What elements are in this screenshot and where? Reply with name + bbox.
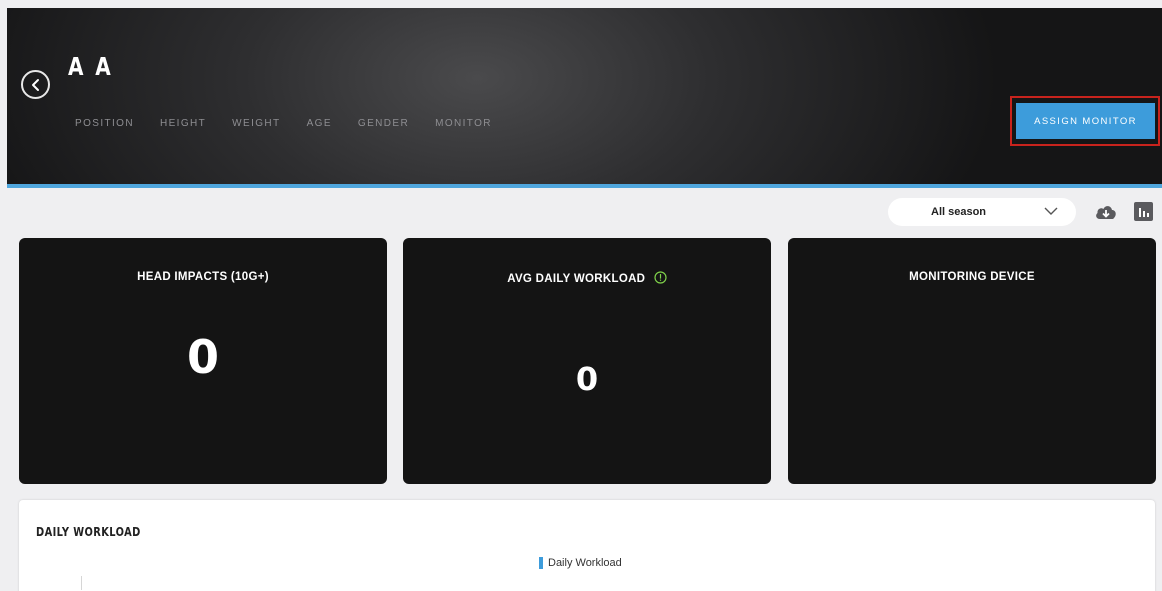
- bar-chart-icon[interactable]: [1134, 202, 1153, 221]
- legend-label: Daily Workload: [548, 557, 622, 569]
- daily-workload-panel: DAILY WORKLOAD Daily Workload: [19, 500, 1155, 591]
- daily-workload-title: DAILY WORKLOAD: [36, 525, 141, 539]
- monitoring-device-card: MONITORING DEVICE: [788, 238, 1156, 484]
- season-select-value: All season: [931, 206, 987, 218]
- chart-legend[interactable]: Daily Workload: [539, 557, 622, 569]
- info-icon[interactable]: [654, 271, 667, 284]
- player-name: A A: [68, 52, 114, 81]
- cloud-download-icon[interactable]: [1094, 202, 1118, 222]
- assign-monitor-button[interactable]: ASSIGN MONITOR: [1016, 103, 1155, 139]
- header-accent-bar: [7, 184, 1162, 188]
- avg-daily-workload-header: AVG DAILY WORKLOAD: [403, 271, 771, 285]
- back-button[interactable]: [21, 70, 50, 99]
- meta-position: POSITION: [75, 118, 134, 129]
- head-impacts-card: HEAD IMPACTS (10G+) 0: [19, 238, 387, 484]
- season-select[interactable]: All season: [888, 198, 1076, 226]
- head-impacts-title: HEAD IMPACTS (10G+): [137, 271, 269, 283]
- chart-axis-line: [81, 576, 82, 590]
- meta-monitor: MONITOR: [435, 118, 492, 129]
- head-impacts-value: 0: [186, 330, 219, 384]
- meta-age: AGE: [306, 118, 332, 129]
- bar-chart-glyph: [1139, 208, 1149, 217]
- chevron-left-icon: [31, 78, 39, 91]
- legend-swatch: [539, 557, 543, 569]
- player-meta-row: POSITION HEIGHT WEIGHT AGE GENDER MONITO…: [75, 118, 492, 129]
- meta-height: HEIGHT: [159, 118, 207, 129]
- chevron-down-icon: [1044, 207, 1058, 215]
- avg-daily-workload-value: 0: [575, 360, 599, 398]
- meta-weight: WEIGHT: [232, 118, 281, 129]
- avg-daily-workload-title: AVG DAILY WORKLOAD: [507, 273, 646, 285]
- player-header: [7, 8, 1162, 187]
- meta-gender: GENDER: [357, 118, 410, 129]
- monitoring-device-title: MONITORING DEVICE: [909, 271, 1035, 283]
- avg-daily-workload-card: AVG DAILY WORKLOAD 0: [403, 238, 771, 484]
